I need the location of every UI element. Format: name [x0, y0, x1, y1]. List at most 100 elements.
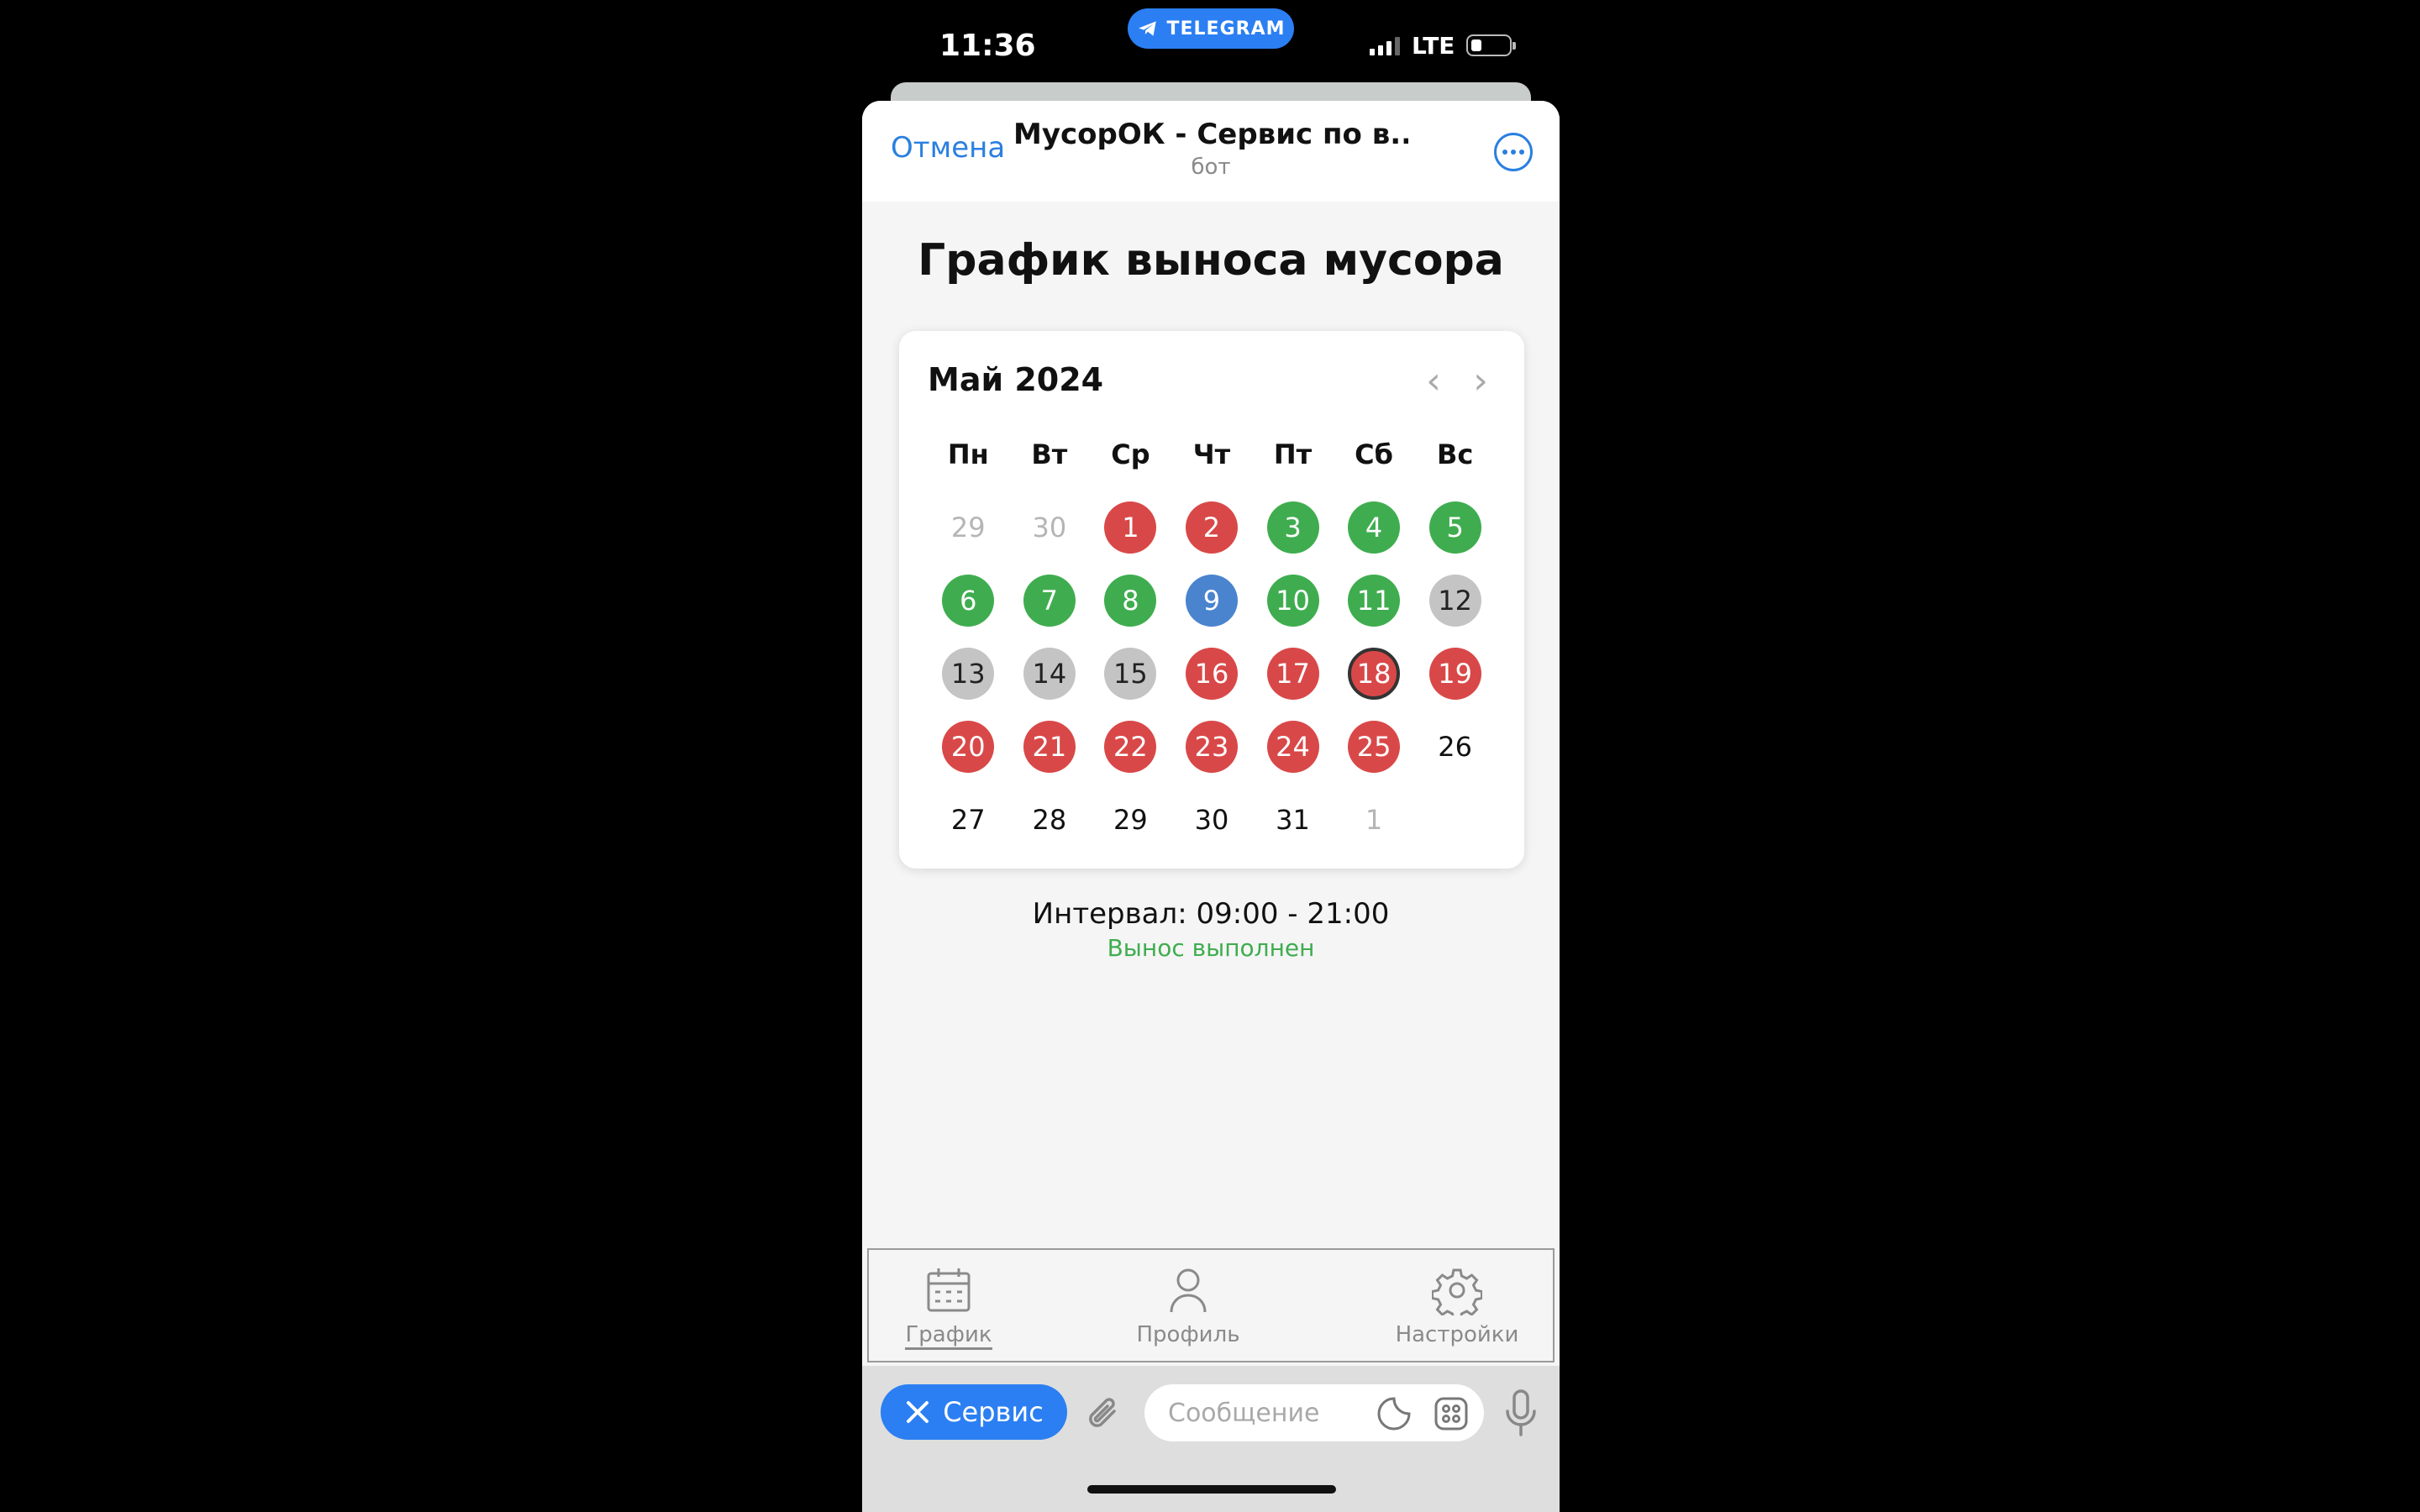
bot-subtitle: бот	[1191, 155, 1231, 180]
calendar-icon	[927, 1268, 971, 1312]
tab-schedule[interactable]: График	[902, 1265, 995, 1350]
paperclip-icon[interactable]	[1082, 1391, 1124, 1436]
calendar-cell: 30	[1171, 783, 1253, 856]
apps-icon[interactable]	[1434, 1396, 1469, 1431]
calendar-cell: 8	[1090, 564, 1171, 637]
page-title: График выноса мусора	[918, 235, 1504, 286]
microphone-icon[interactable]	[1504, 1388, 1538, 1438]
calendar-day[interactable]: 6	[942, 574, 995, 627]
calendar-day[interactable]: 5	[1428, 501, 1481, 554]
calendar-day[interactable]: 29	[1104, 794, 1156, 846]
weekday-label: Вт	[1031, 438, 1068, 470]
calendar-day[interactable]: 30	[1023, 501, 1076, 554]
weekday-header: Пн Вт Ср Чт Пт Сб Вс	[928, 438, 1496, 470]
calendar-cell: 10	[1252, 564, 1334, 637]
calendar-day[interactable]: 4	[1348, 501, 1401, 554]
sticker-icon[interactable]	[1376, 1396, 1412, 1431]
calendar-day[interactable]: 21	[1023, 720, 1076, 773]
chevron-right-icon[interactable]: ›	[1465, 363, 1496, 400]
calendar-day[interactable]: 22	[1104, 720, 1157, 773]
tab-schedule-label: График	[905, 1322, 992, 1350]
calendar: Май 2024 ‹ › Пн Вт Ср Чт Пт Сб Вс 29 30 1 2…	[899, 331, 1524, 869]
calendar-day[interactable]: 20	[942, 720, 995, 773]
tab-profile-label: Профиль	[1136, 1322, 1240, 1347]
calendar-cell: 23	[1171, 710, 1253, 783]
status-indicators: LTE	[1370, 29, 1517, 62]
calendar-day[interactable]: 19	[1428, 647, 1481, 700]
calendar-cell: 26	[1414, 710, 1496, 783]
calendar-cell: 21	[1009, 710, 1091, 783]
calendar-grid: 29 30 1 2 3 4 5 6 7 8 9 10 11 12 13 14 15 16 17 18 19 20 21 22 2…	[928, 491, 1496, 856]
chevron-left-icon[interactable]: ‹	[1418, 363, 1449, 400]
more-icon[interactable]	[1494, 133, 1533, 171]
calendar-day[interactable]: 3	[1266, 501, 1319, 554]
bot-title: МусорОК - Сервис по в...	[1013, 118, 1408, 151]
weekday-label: Пт	[1273, 438, 1313, 470]
interval-text: Интервал: 09:00 - 21:00	[1032, 897, 1390, 931]
calendar-day[interactable]: 28	[1023, 794, 1076, 846]
calendar-cell: 27	[928, 783, 1009, 856]
telegram-pill[interactable]: TELEGRAM	[1128, 8, 1294, 49]
weekday-label: Ср	[1111, 438, 1150, 470]
calendar-day[interactable]: 17	[1266, 647, 1319, 700]
calendar-cell: 29	[928, 491, 1009, 564]
status-time: 11:36	[939, 29, 1036, 63]
calendar-cell: 6	[928, 564, 1009, 637]
calendar-day[interactable]: 1	[1348, 794, 1400, 846]
calendar-cell: 14	[1009, 637, 1091, 710]
cancel-button[interactable]: Отмена	[891, 131, 1005, 165]
calendar-day[interactable]: 2	[1185, 501, 1238, 554]
calendar-day[interactable]: 15	[1104, 647, 1157, 700]
calendar-month: Май 2024	[928, 361, 1104, 398]
calendar-cell: 24	[1252, 710, 1334, 783]
calendar-cell: 30	[1009, 491, 1091, 564]
calendar-cell: 31	[1252, 783, 1334, 856]
calendar-day[interactable]: 30	[1186, 794, 1238, 846]
calendar-day[interactable]: 11	[1348, 574, 1401, 627]
gear-icon	[1432, 1268, 1482, 1315]
bottom-tab-bar: График Профиль Настройки	[867, 1248, 1555, 1362]
calendar-day[interactable]: 25	[1348, 720, 1401, 773]
weekday-label: Сб	[1355, 438, 1393, 470]
calendar-day[interactable]: 13	[942, 647, 995, 700]
battery-icon	[1466, 34, 1517, 56]
calendar-day[interactable]: 8	[1104, 574, 1157, 627]
calendar-day[interactable]: 24	[1266, 720, 1319, 773]
calendar-week: 20 21 22 23 24 25 26	[928, 710, 1496, 783]
tab-profile[interactable]: Профиль	[1129, 1265, 1247, 1347]
service-button-label: Сервис	[943, 1396, 1044, 1428]
calendar-day[interactable]: 26	[1429, 721, 1481, 773]
weekday-label: Вс	[1436, 438, 1474, 470]
telegram-pill-label: TELEGRAM	[1166, 18, 1286, 39]
calendar-cell: 25	[1334, 710, 1415, 783]
calendar-cell: 19	[1414, 637, 1496, 710]
calendar-day[interactable]: 23	[1185, 720, 1238, 773]
calendar-cell: 16	[1171, 637, 1253, 710]
calendar-cell: 13	[928, 637, 1009, 710]
calendar-cell: 2	[1171, 491, 1253, 564]
calendar-day[interactable]: 10	[1266, 574, 1319, 627]
calendar-day[interactable]: 31	[1267, 794, 1319, 846]
calendar-cell: 7	[1009, 564, 1091, 637]
calendar-week: 6 7 8 9 10 11 12	[928, 564, 1496, 637]
calendar-cell: 12	[1414, 564, 1496, 637]
calendar-cell: 17	[1252, 637, 1334, 710]
calendar-day[interactable]: 27	[942, 794, 994, 846]
calendar-day[interactable]: 16	[1185, 647, 1238, 700]
calendar-day[interactable]: 14	[1023, 647, 1076, 700]
calendar-day[interactable]: 9	[1185, 574, 1238, 627]
signal-icon	[1370, 35, 1400, 55]
calendar-day[interactable]: 1	[1104, 501, 1157, 554]
calendar-cell: 11	[1334, 564, 1415, 637]
calendar-day[interactable]: 7	[1023, 574, 1076, 627]
calendar-cell: 1	[1090, 491, 1171, 564]
calendar-day[interactable]: 12	[1428, 574, 1481, 627]
service-button[interactable]: Сервис	[881, 1384, 1067, 1440]
calendar-day[interactable]: 18	[1348, 647, 1401, 700]
calendar-cell: 28	[1009, 783, 1091, 856]
calendar-day[interactable]: 29	[942, 501, 994, 554]
tab-settings-label: Настройки	[1395, 1322, 1519, 1347]
tab-settings[interactable]: Настройки	[1390, 1265, 1524, 1347]
close-icon	[907, 1401, 929, 1423]
calendar-cell: 20	[928, 710, 1009, 783]
